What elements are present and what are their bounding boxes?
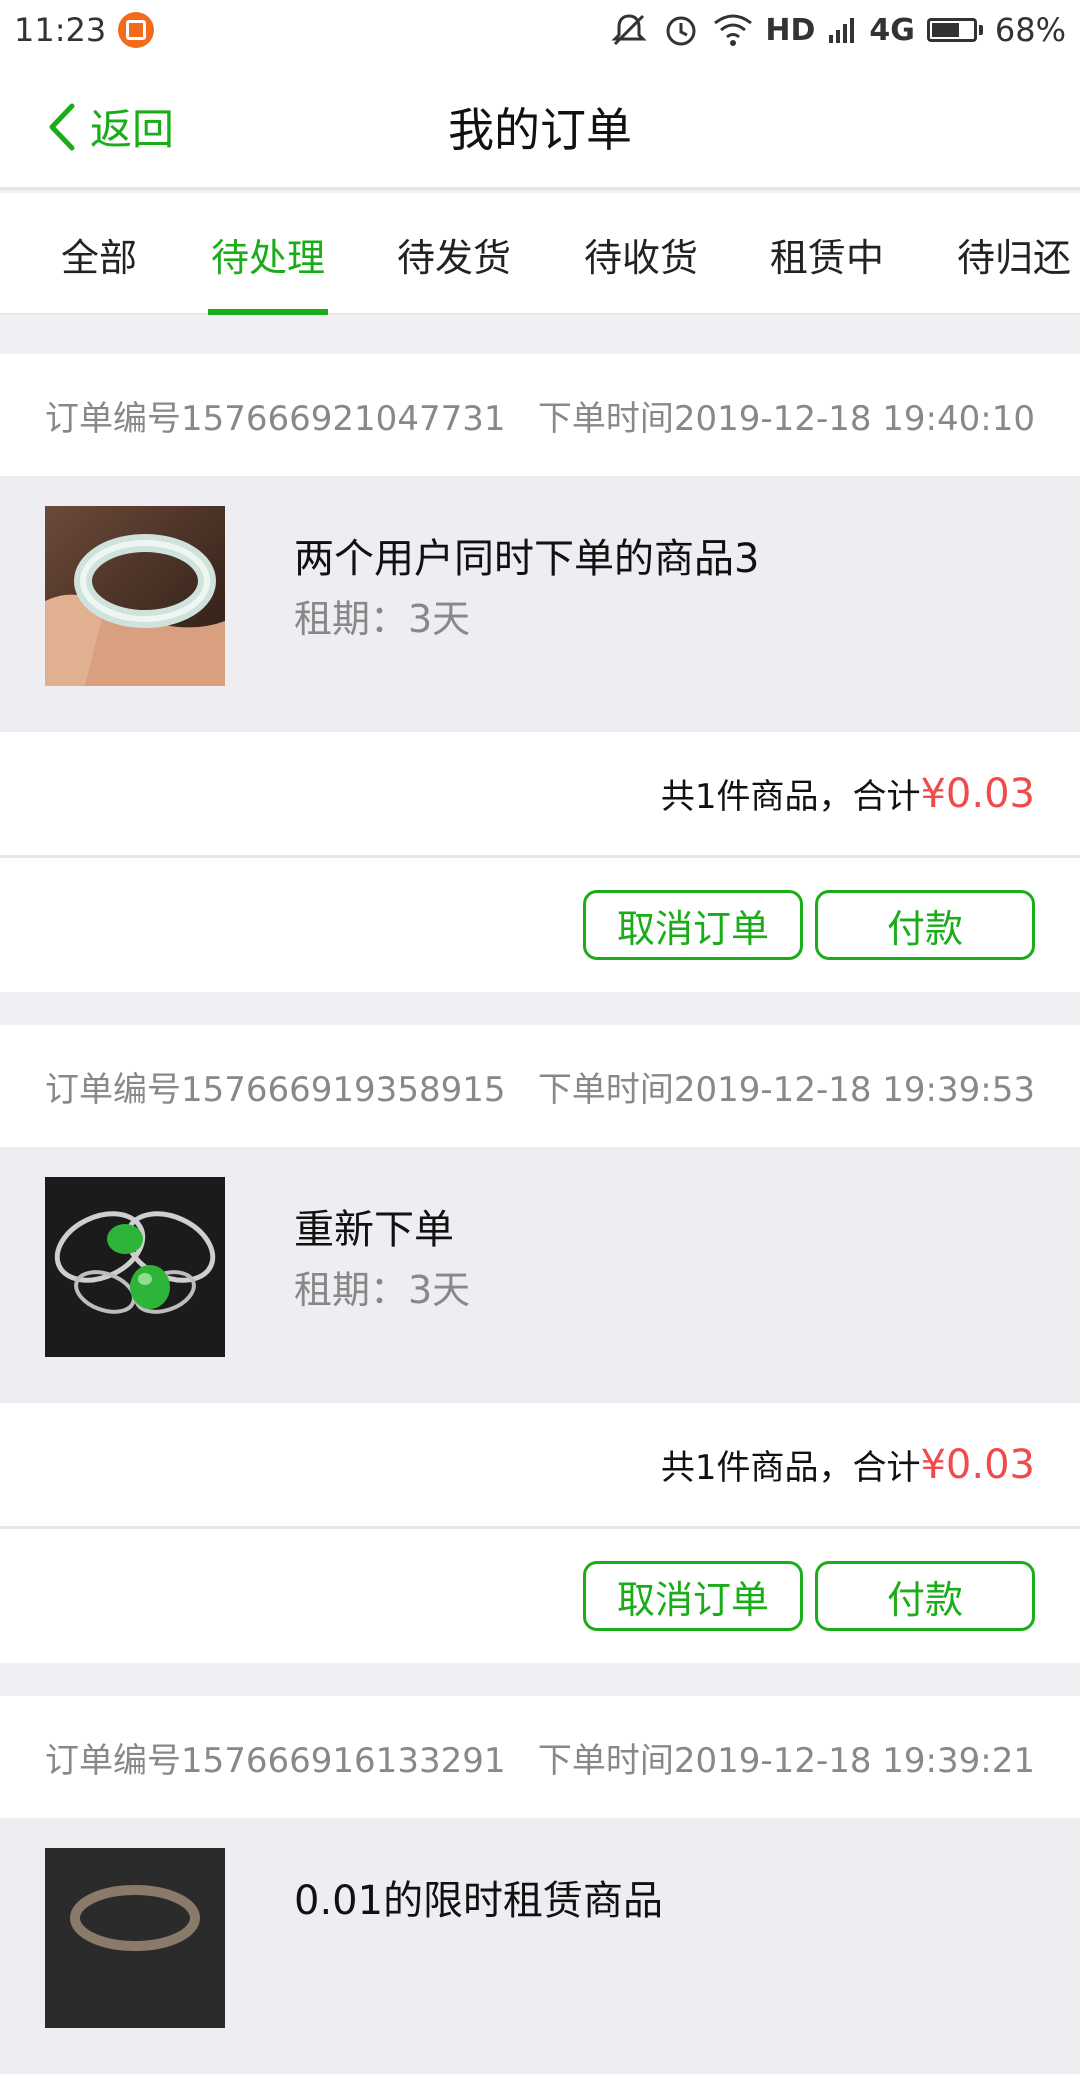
order-time: 下单时间2019-12-18 19:39:21	[537, 1740, 1035, 1781]
order-header: 订单编号157666916133291 下单时间2019-12-18 19:39…	[0, 1696, 1080, 1818]
order-item[interactable]: 0.01的限时租赁商品	[0, 1818, 1080, 2074]
order-number: 订单编号157666919358915	[45, 1069, 506, 1110]
order-time: 下单时间2019-12-18 19:39:53	[537, 1069, 1035, 1110]
signal-icon	[829, 18, 855, 43]
tab-to-return[interactable]: 待归还	[957, 227, 1071, 282]
order-card: 订单编号157666919358915 下单时间2019-12-18 19:39…	[0, 1025, 1080, 1663]
tab-all[interactable]: 全部	[61, 227, 137, 282]
page-title: 我的订单	[448, 103, 632, 157]
order-total: 共1件商品，合计 ¥0.03	[0, 732, 1080, 858]
order-number: 订单编号157666921047731	[45, 398, 506, 439]
signal-type: 4G	[869, 12, 915, 48]
order-item[interactable]: 两个用户同时下单的商品3 租期：3天	[0, 476, 1080, 732]
network-label: HD	[765, 12, 816, 48]
app-notification-icon	[118, 12, 155, 48]
order-total: 共1件商品，合计 ¥0.03	[0, 1403, 1080, 1529]
total-price: ¥0.03	[920, 1441, 1035, 1488]
tab-renting[interactable]: 租赁中	[770, 227, 884, 282]
order-card: 订单编号157666916133291 下单时间2019-12-18 19:39…	[0, 1696, 1080, 2074]
tab-pending[interactable]: 待处理	[211, 227, 325, 282]
product-image-brooch	[45, 1177, 225, 1357]
total-label: 共1件商品，合计	[660, 777, 921, 817]
battery-percent: 68%	[994, 11, 1066, 49]
rental-period: 租期：3天	[294, 597, 471, 641]
total-price: ¥0.03	[920, 770, 1035, 817]
rental-period: 租期：3天	[294, 1268, 471, 1312]
nav-bar: 返回 我的订单	[0, 60, 1080, 190]
tab-to-receive[interactable]: 待收货	[584, 227, 698, 282]
order-card: 订单编号157666921047731 下单时间2019-12-18 19:40…	[0, 354, 1080, 992]
active-tab-indicator	[208, 309, 328, 315]
battery-fill	[931, 23, 960, 37]
cancel-order-button[interactable]: 取消订单	[583, 890, 803, 960]
mute-icon	[611, 14, 647, 46]
product-image-bangle	[45, 506, 225, 686]
total-label: 共1件商品，合计	[660, 1448, 921, 1488]
product-name: 重新下单	[294, 1207, 454, 1253]
tab-bar: 全部 待处理 待发货 待收货 租赁中 待归还	[0, 193, 1080, 315]
order-item[interactable]: 重新下单 租期：3天	[0, 1147, 1080, 1403]
order-header: 订单编号157666921047731 下单时间2019-12-18 19:40…	[0, 354, 1080, 476]
status-time: 11:23	[14, 11, 107, 49]
tab-to-ship[interactable]: 待发货	[397, 227, 511, 282]
order-time: 下单时间2019-12-18 19:40:10	[537, 398, 1035, 439]
wifi-icon	[714, 14, 753, 46]
order-number: 订单编号157666916133291	[45, 1740, 506, 1781]
order-header: 订单编号157666919358915 下单时间2019-12-18 19:39…	[0, 1025, 1080, 1147]
battery-icon	[926, 18, 983, 42]
pay-button[interactable]: 付款	[815, 890, 1035, 960]
product-name: 0.01的限时租赁商品	[294, 1878, 664, 1924]
alarm-icon	[666, 16, 696, 46]
order-actions: 取消订单 付款	[0, 858, 1080, 992]
product-image	[45, 1848, 225, 2028]
product-name: 两个用户同时下单的商品3	[294, 536, 760, 582]
status-bar: 11:23 HD 4G 68%	[0, 0, 1080, 60]
cancel-order-button[interactable]: 取消订单	[583, 1561, 803, 1631]
pay-button[interactable]: 付款	[815, 1561, 1035, 1631]
order-actions: 取消订单 付款	[0, 1529, 1080, 1663]
